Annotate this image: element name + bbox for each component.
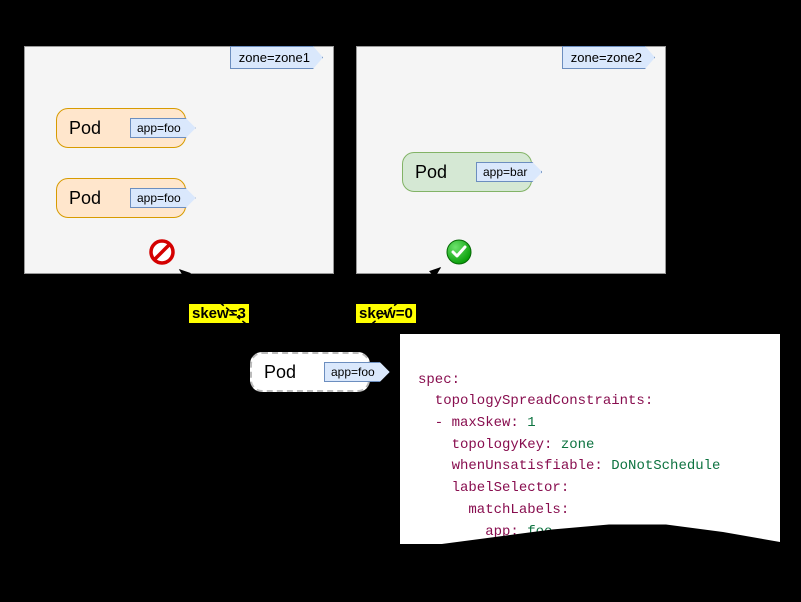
zone2-pod1-app-label: app=bar bbox=[476, 162, 542, 182]
checkmark-icon bbox=[445, 238, 473, 266]
zone1-label-tag: zone=zone1 bbox=[230, 46, 323, 69]
pod-label: Pod bbox=[264, 362, 296, 383]
skew-right-label: skew=0 bbox=[356, 304, 416, 323]
yaml-topologykey-val: zone bbox=[552, 437, 594, 453]
yaml-matchlabels: matchLabels: bbox=[418, 502, 569, 518]
yaml-when-val: DoNotSchedule bbox=[603, 458, 721, 474]
pod-label: Pod bbox=[415, 162, 447, 183]
yaml-spec: spec: bbox=[418, 372, 460, 388]
yaml-spec-box: spec: topologySpreadConstraints: - maxSk… bbox=[400, 334, 780, 544]
yaml-topologykey-key: topologyKey: bbox=[418, 437, 552, 453]
zone1-container: zone=zone1 bbox=[24, 46, 334, 274]
zone1-pod2-app-label: app=foo bbox=[130, 188, 196, 208]
yaml-tsc: topologySpreadConstraints: bbox=[418, 393, 653, 409]
skew-left-label: skew=3 bbox=[189, 304, 249, 323]
yaml-labelsel: labelSelector: bbox=[418, 480, 569, 496]
zone2-label-tag: zone=zone2 bbox=[562, 46, 655, 69]
no-entry-icon bbox=[148, 238, 176, 266]
pending-pod-app-label: app=foo bbox=[324, 362, 390, 382]
yaml-maxskew-val: 1 bbox=[519, 415, 536, 431]
pod-label: Pod bbox=[69, 118, 101, 139]
yaml-maxskew-key: - maxSkew: bbox=[418, 415, 519, 431]
pod-label: Pod bbox=[69, 188, 101, 209]
zone1-pod1-app-label: app=foo bbox=[130, 118, 196, 138]
yaml-when-key: whenUnsatisfiable: bbox=[418, 458, 603, 474]
